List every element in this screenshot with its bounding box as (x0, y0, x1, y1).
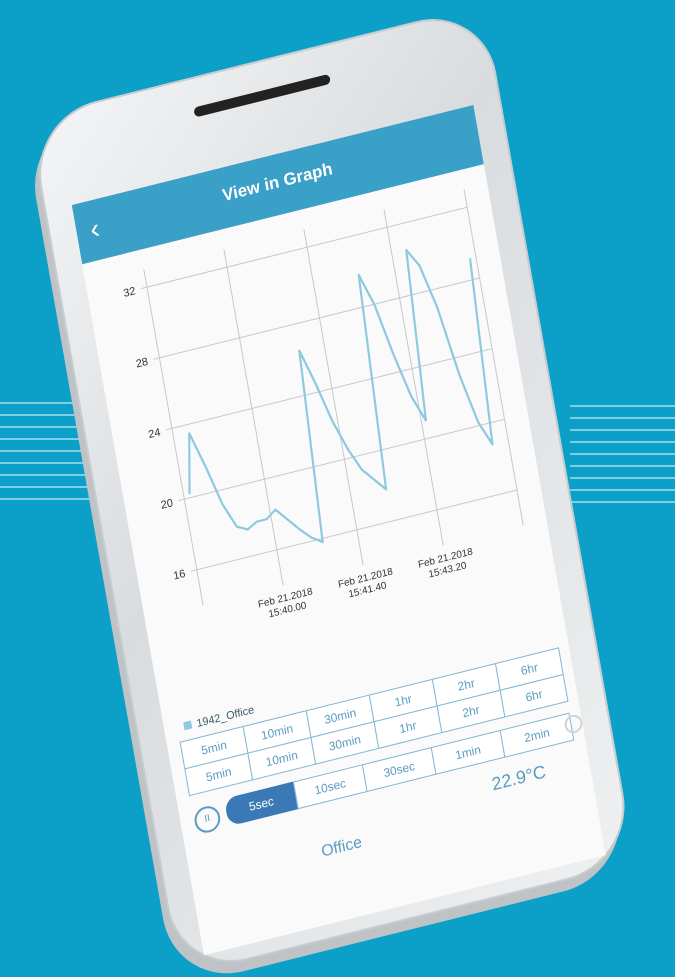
y-tick-label: 20 (160, 497, 174, 512)
temperature-reading: 22.9°C (490, 761, 548, 795)
x-tick-label: Feb 21.201815:41.40 (337, 566, 396, 602)
interval-10sec[interactable]: 10sec (292, 764, 368, 810)
pause-icon[interactable]: II (192, 803, 223, 836)
interval-2min[interactable]: 2min (499, 712, 575, 758)
location-name: Office (320, 833, 364, 861)
interval-1min[interactable]: 1min (430, 729, 506, 775)
y-tick-label: 24 (147, 426, 161, 441)
y-tick-label: 28 (135, 356, 149, 371)
chart-svg: 32 28 24 20 16 Feb 21.201815:40.00 Feb 21.2018… (123, 189, 524, 622)
y-tick-label: 16 (172, 568, 186, 583)
y-tick-label: 32 (123, 285, 137, 300)
grid-line-vertical (223, 249, 284, 586)
interval-5sec[interactable]: 5sec (224, 781, 299, 827)
grid-line-horizontal (178, 418, 505, 502)
chart-grid (141, 189, 524, 606)
grid-line-horizontal (190, 489, 518, 572)
x-tick-label: Feb 21.201815:40.00 (257, 586, 316, 622)
grid-line-vertical (303, 229, 364, 566)
legend-swatch (183, 720, 193, 731)
line-chart: 32 28 24 20 16 Feb 21.201815:40.00 Feb 21.2018… (82, 164, 564, 718)
x-tick-label: Feb 21.201815:43.20 (417, 546, 476, 582)
grid-line-horizontal (165, 348, 493, 431)
interval-30sec[interactable]: 30sec (361, 747, 437, 793)
